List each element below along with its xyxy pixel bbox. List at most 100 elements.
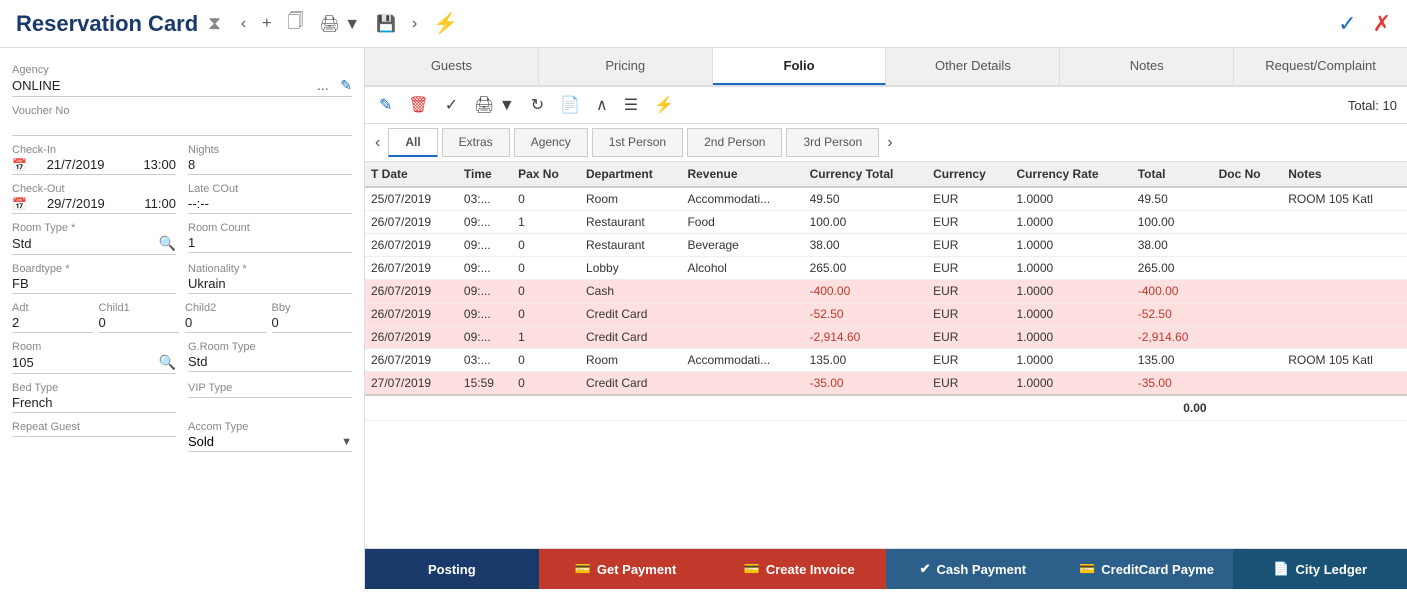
bed-vip-row: Bed Type French VIP Type [12,374,352,413]
table-row[interactable]: 27/07/201915:590Credit Card-35.00EUR1.00… [365,372,1407,396]
sub-tab--nd-person[interactable]: 2nd Person [687,128,782,157]
table-row[interactable]: 26/07/201909:...0Credit Card-52.50EUR1.0… [365,303,1407,326]
adt-field: 2 [12,315,93,333]
tab-pricing[interactable]: Pricing [539,48,713,85]
get-payment-button[interactable]: 💳 Get Payment [539,549,713,589]
bed-type-label: Bed Type [12,382,176,394]
credit-card-button[interactable]: 💳 CreditCard Payme [1060,549,1234,589]
confirm-button[interactable]: ✓ [1338,11,1356,37]
right-panel: GuestsPricingFolioOther DetailsNotesRequ… [365,48,1407,589]
bottom-row: Repeat Guest Accom Type Sold ▼ [12,413,352,452]
boardtype-field: FB [12,276,176,294]
checkin-cal-icon[interactable]: 📅 [12,158,27,172]
tab-guests[interactable]: Guests [365,48,539,85]
vip-type-field [188,395,352,398]
refresh-tool-button[interactable]: ↻ [527,93,548,117]
agency-value: ONLINE [12,78,60,93]
checkin-field: 📅 21/7/2019 13:00 [12,157,176,175]
flash-button[interactable]: ⚡ [433,11,458,36]
history-icon[interactable]: ⧗︎ [208,13,221,34]
tab-other-details[interactable]: Other Details [886,48,1060,85]
voucher-input[interactable] [12,118,352,133]
sub-nav-left[interactable]: ‹ [369,132,386,154]
checkmark-tool-button[interactable]: ✓ [441,93,462,117]
table-row[interactable]: 26/07/201909:...0LobbyAlcohol265.00EUR1.… [365,257,1407,280]
tab-notes[interactable]: Notes [1060,48,1234,85]
main-tabs: GuestsPricingFolioOther DetailsNotesRequ… [365,48,1407,87]
copy-button[interactable]: 🗍 [288,10,304,37]
room-value: 105 [12,355,34,370]
col-time: Time [458,162,512,187]
room-type-search-icon[interactable]: 🔍 [159,235,176,252]
col-currency: Currency [927,162,1010,187]
agency-dots-button[interactable]: ... [317,77,329,93]
edit-tool-button[interactable]: ✎ [375,93,396,117]
col-doc-no: Doc No [1213,162,1283,187]
accom-type-label: Accom Type [188,421,352,433]
checkin-time: 13:00 [143,157,176,172]
late-cout-field: --:-- [188,196,352,214]
print-button[interactable]: 🖨 ▼ [319,14,360,34]
col-t-date: T Date [365,162,458,187]
pax-row: Adt 2 Child1 0 Child2 0 Bby 0 [12,294,352,333]
cash-payment-button[interactable]: ✔ Cash Payment [886,549,1060,589]
create-invoice-button[interactable]: 💳 Create Invoice [712,549,886,589]
sub-tab-agency[interactable]: Agency [514,128,588,157]
room-type-row: Room Type * Std 🔍 Room Count 1 [12,214,352,255]
agency-edit-button[interactable]: ✎ [340,77,352,93]
room-search-icon[interactable]: 🔍 [159,354,176,371]
sub-nav-right[interactable]: › [881,132,898,154]
header-right: ✓ ✗ [1338,11,1391,37]
bby-label: Bby [272,302,353,314]
room-label: Room [12,341,176,353]
menu-tool-button[interactable]: ☰ [620,93,642,117]
up-tool-button[interactable]: ∧ [592,93,612,117]
tab-request-complaint[interactable]: Request/Complaint [1234,48,1407,85]
sub-tab--rd-person[interactable]: 3rd Person [786,128,879,157]
save-button[interactable]: 💾 [376,14,396,34]
child1-field: 0 [99,315,180,333]
tab-folio[interactable]: Folio [713,48,887,85]
left-panel: Agency ONLINE ... ✎ Voucher No Check-In … [0,48,365,589]
checkin-row: Check-In 📅 21/7/2019 13:00 Nights 8 [12,136,352,175]
table-row[interactable]: 26/07/201909:...1RestaurantFood100.00EUR… [365,211,1407,234]
print-tool-button[interactable]: 🖨 ▼ [470,93,519,117]
checkin-label: Check-In [12,144,176,156]
cancel-button[interactable]: ✗ [1373,11,1391,37]
checkout-cal-icon[interactable]: 📅 [12,197,27,211]
col-currency-rate: Currency Rate [1011,162,1132,187]
child2-label: Child2 [185,302,266,314]
sub-tab--st-person[interactable]: 1st Person [592,128,683,157]
boardtype-value: FB [12,276,29,291]
nav-forward-button[interactable]: › [412,15,417,33]
credit-card-label: CreditCard Payme [1101,562,1214,577]
city-ledger-icon: 📄 [1273,561,1289,577]
accom-type-select[interactable]: Sold [188,434,341,449]
child2-field: 0 [185,315,266,333]
sub-tab-all[interactable]: All [388,128,437,157]
city-ledger-button[interactable]: 📄 City Ledger [1233,549,1407,589]
posting-button[interactable]: Posting [365,549,539,589]
repeat-guest-field [12,434,176,437]
credit-card-icon: 💳 [1079,561,1095,577]
accom-type-arrow-icon: ▼ [341,436,352,448]
folio-toolbar: ✎ 🗑 ✓ 🖨 ▼ ↻ 📄 ∧ ☰ ⚡ Total: 10 [365,87,1407,124]
table-row[interactable]: 26/07/201909:...0RestaurantBeverage38.00… [365,234,1407,257]
nav-back-button[interactable]: ‹ [241,15,246,33]
delete-tool-button[interactable]: 🗑 [404,93,432,117]
adt-label: Adt [12,302,93,314]
table-row[interactable]: 26/07/201903:...0RoomAccommodati...135.0… [365,349,1407,372]
page-title: Reservation Card [16,11,198,37]
boardtype-label: Boardtype * [12,263,176,275]
excel-tool-button[interactable]: 📄 [556,93,584,117]
city-ledger-label: City Ledger [1296,562,1368,577]
add-button[interactable]: + [262,15,271,33]
table-row[interactable]: 26/07/201909:...1Credit Card-2,914.60EUR… [365,326,1407,349]
sub-tab-extras[interactable]: Extras [442,128,510,157]
table-row[interactable]: 26/07/201909:...0Cash-400.00EUR1.0000-40… [365,280,1407,303]
nationality-label: Nationality * [188,263,352,275]
table-row[interactable]: 25/07/201903:...0RoomAccommodati...49.50… [365,187,1407,211]
flash-tool-button[interactable]: ⚡ [650,93,678,117]
room-count-value: 1 [188,235,195,250]
col-pax-no: Pax No [512,162,580,187]
